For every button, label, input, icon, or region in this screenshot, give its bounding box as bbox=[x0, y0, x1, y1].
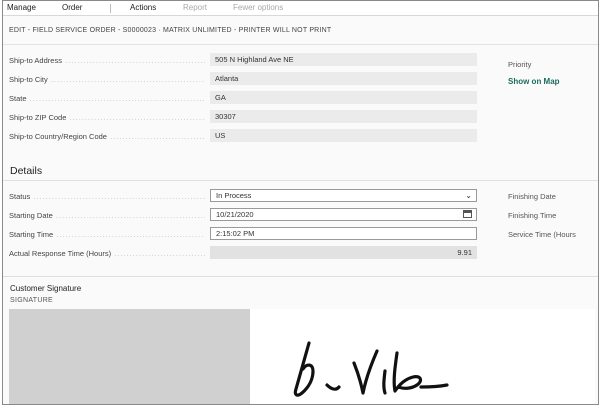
title-divider bbox=[3, 44, 598, 45]
ship-to-country-label: Ship-to Country/Region Code bbox=[9, 132, 205, 141]
calendar-icon[interactable] bbox=[463, 210, 472, 218]
page-title: EDIT - FIELD SERVICE ORDER - S0000023 · … bbox=[9, 27, 332, 34]
chevron-down-icon[interactable]: ⌄ bbox=[465, 191, 472, 200]
signature-stroke bbox=[382, 369, 387, 395]
ship-to-zip-field[interactable]: 30307 bbox=[210, 110, 477, 123]
ship-to-country-field[interactable]: US bbox=[210, 129, 477, 142]
response-time-label: Actual Response Time (Hours) bbox=[9, 249, 205, 258]
menu-order[interactable]: Order bbox=[62, 3, 82, 12]
status-label: Status bbox=[9, 192, 205, 201]
service-time-label: Service Time (Hours bbox=[508, 230, 576, 239]
ship-to-address-label: Ship-to Address bbox=[9, 56, 205, 65]
details-divider bbox=[3, 180, 598, 181]
signature-pad[interactable] bbox=[9, 309, 595, 404]
status-value: In Process bbox=[216, 191, 252, 200]
signature-stroke bbox=[352, 349, 379, 395]
menu-manage[interactable]: Manage bbox=[7, 3, 36, 12]
details-heading: Details bbox=[10, 165, 43, 177]
show-on-map-link[interactable]: Show on Map bbox=[508, 77, 560, 86]
finishing-time-label: Finishing Time bbox=[508, 211, 557, 220]
signature-ink bbox=[293, 341, 449, 397]
menu-fewer-options[interactable]: Fewer options bbox=[233, 3, 283, 12]
starting-date-value: 10/21/2020 bbox=[216, 210, 254, 219]
ship-to-address-field[interactable]: 505 N Highland Ave NE bbox=[210, 53, 477, 66]
action-menu-bar: Manage Order Actions Report Fewer option… bbox=[3, 1, 598, 16]
signature-stroke bbox=[325, 383, 341, 391]
starting-time-input[interactable]: 2:15:02 PM bbox=[210, 227, 477, 240]
priority-label: Priority bbox=[508, 60, 532, 69]
starting-time-label: Starting Time bbox=[9, 230, 205, 239]
finishing-date-label: Finishing Date bbox=[508, 192, 556, 201]
customer-signature-heading: Customer Signature bbox=[10, 284, 82, 293]
signature-stroke bbox=[293, 341, 315, 397]
state-field[interactable]: GA bbox=[210, 91, 477, 104]
status-select[interactable]: In Process ⌄ bbox=[210, 189, 477, 202]
field-service-order-page: Manage Order Actions Report Fewer option… bbox=[2, 0, 599, 405]
state-label: State bbox=[9, 94, 205, 103]
ship-to-city-label: Ship-to City bbox=[9, 75, 205, 84]
ship-to-zip-label: Ship-to ZIP Code bbox=[9, 113, 205, 122]
response-time-field: 9.91 bbox=[210, 246, 477, 259]
starting-date-input[interactable]: 10/21/2020 bbox=[210, 208, 477, 221]
menu-actions[interactable]: Actions bbox=[130, 3, 156, 12]
starting-date-label: Starting Date bbox=[9, 211, 205, 220]
menu-report[interactable]: Report bbox=[183, 3, 207, 12]
ship-to-city-field[interactable]: Atlanta bbox=[210, 72, 477, 85]
signature-stroke bbox=[392, 351, 423, 393]
menu-divider bbox=[110, 4, 111, 13]
signature-divider bbox=[3, 276, 598, 277]
signature-sublabel: SIGNATURE bbox=[10, 297, 54, 304]
signature-stroke bbox=[419, 383, 449, 389]
